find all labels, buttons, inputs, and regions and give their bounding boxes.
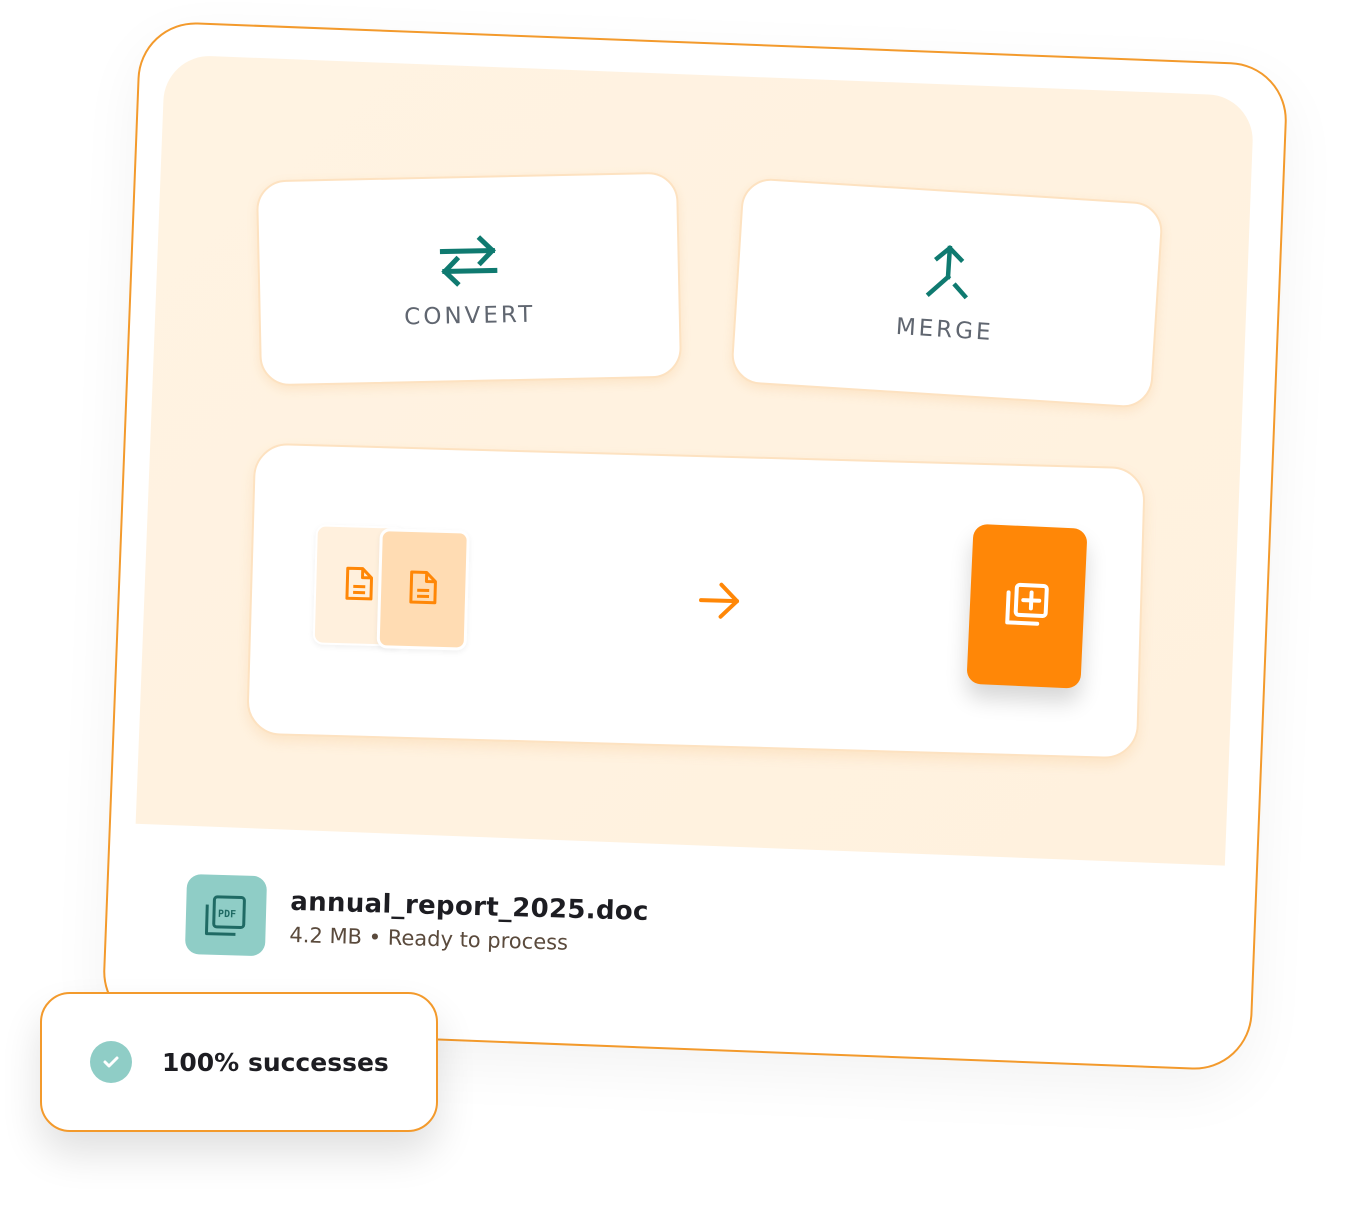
success-text: 100% successes bbox=[162, 1047, 389, 1077]
svg-text:PDF: PDF bbox=[218, 909, 236, 921]
document-icon bbox=[407, 569, 440, 610]
add-library-icon bbox=[1003, 580, 1051, 632]
file-size: 4.2 MB bbox=[289, 922, 363, 949]
merge-arrow-icon bbox=[914, 241, 982, 309]
merged-result-tile[interactable] bbox=[966, 523, 1088, 689]
swap-arrows-icon bbox=[436, 228, 501, 293]
merge-label: MERGE bbox=[895, 313, 995, 346]
file-info: PDF annual_report_2025.doc 4.2 MB • Read… bbox=[184, 874, 650, 967]
document-icon bbox=[343, 565, 376, 606]
success-badge: 100% successes bbox=[40, 992, 438, 1132]
convert-button[interactable]: CONVERT bbox=[255, 171, 683, 387]
app-stage: CONVERT MERGE PDF annual_report_2025.doc… bbox=[0, 0, 1364, 1212]
source-file-tile bbox=[376, 528, 470, 651]
check-circle-icon bbox=[90, 1041, 132, 1083]
merge-button[interactable]: MERGE bbox=[729, 176, 1165, 410]
meta-separator: • bbox=[368, 925, 382, 950]
file-name: annual_report_2025.doc bbox=[289, 886, 650, 927]
merge-preview-card bbox=[246, 442, 1146, 760]
convert-label: CONVERT bbox=[404, 301, 536, 331]
file-meta: 4.2 MB • Ready to process bbox=[289, 923, 648, 957]
arrow-right-icon bbox=[696, 577, 743, 624]
pdf-stack-icon: PDF bbox=[184, 874, 268, 957]
file-status: Ready to process bbox=[387, 925, 569, 955]
